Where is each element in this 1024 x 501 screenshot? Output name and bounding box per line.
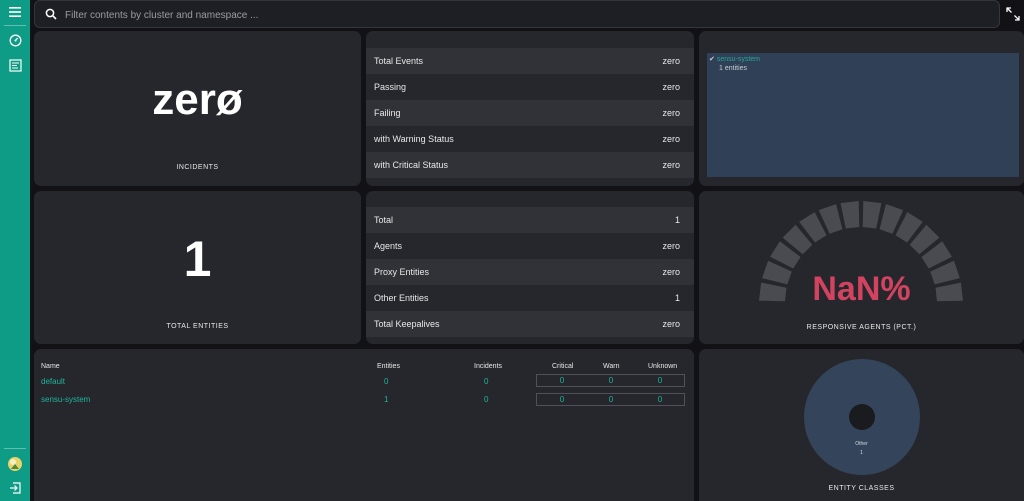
incidents-label: INCIDENTS [176,164,219,171]
row-status-counts: 0 0 0 [536,374,685,387]
namespace-option-name: sensu-system [716,56,761,63]
stat-row: Failing zero [366,100,694,126]
donut-slice-label: Other [855,441,868,447]
total-entities-count: 1 [183,231,212,287]
row-incidents: 0 [484,377,489,386]
donut-slice-value: 1 [860,450,863,456]
filter-search-bar [34,0,1000,28]
namespace-selection-box: ✔ sensu-system 1 entities [707,53,1019,177]
responsive-agents-label: RESPONSIVE AGENTS (PCT.) [806,324,917,331]
gauge-segment [862,201,882,229]
entity-stats-card: Total 1 Agents zero Proxy Entities zero Other … [366,191,694,344]
row-warn: 0 [608,395,614,404]
stat-row: Other Entities 1 [366,285,694,311]
filter-search-input[interactable] [65,5,965,25]
donut-hole [849,404,875,430]
check-icon: ✔ [709,56,715,63]
avatar [8,457,22,471]
namespace-link-sensu-system[interactable]: sensu-system [41,395,90,404]
gauge-segment [840,201,860,229]
total-entities-card[interactable]: 1 TOTAL ENTITIES [34,191,361,344]
stat-label: with Warning Status [374,134,454,144]
stat-value: zero [662,267,680,277]
fullscreen-button[interactable] [1006,7,1020,21]
namespace-option-count: 1 entities [719,65,748,72]
stat-row: Total Keepalives zero [366,311,694,337]
stat-label: Total [374,215,394,225]
stat-value: zero [662,160,680,170]
stat-value: zero [662,319,680,329]
row-unknown: 0 [657,395,663,404]
stat-row: with Critical Status zero [366,152,694,178]
col-header-name: Name [41,363,60,370]
hamburger-icon [9,7,21,17]
responsive-agents-card: NaN% RESPONSIVE AGENTS (PCT.) [699,191,1024,344]
user-avatar-button[interactable] [5,454,25,474]
incidents-card[interactable]: zerø INCIDENTS [34,31,361,186]
sidebar [0,0,30,501]
sidebar-divider [4,25,26,26]
menu-button[interactable] [5,2,25,22]
logout-button[interactable] [5,478,25,498]
entity-classes-donut [804,359,920,475]
app-root: zerø INCIDENTS Total Events zero Passing ze… [0,0,1024,501]
row-incidents: 0 [484,395,489,404]
sidebar-divider-bottom [4,448,26,449]
col-header-warn: Warn [603,363,620,370]
row-critical: 0 [559,376,565,385]
total-entities-label: TOTAL ENTITIES [166,323,229,330]
sidebar-item-dashboard[interactable] [5,30,25,50]
namespace-option-sensu-system[interactable]: ✔ sensu-system 1 entities [709,55,760,73]
expand-arrows-icon [1006,7,1020,21]
event-stats-card: Total Events zero Passing zero Failing zero wi… [366,31,694,186]
stat-label: Passing [374,82,407,92]
col-header-incidents: Incidents [474,363,503,370]
responsive-agents-percent: NaN% [812,270,911,308]
stat-value: 1 [674,293,680,303]
row-status-counts: 0 0 0 [536,393,685,406]
stat-row: with Warning Status zero [366,126,694,152]
stat-row: Proxy Entities zero [366,259,694,285]
sign-out-icon [10,482,21,494]
dashboard-gauge-icon [9,34,21,46]
entity-classes-label: ENTITY CLASSES [828,485,895,492]
stat-value: 1 [674,215,680,225]
row-entities: 1 [384,395,389,404]
row-unknown: 0 [657,376,663,385]
row-critical: 0 [559,395,565,404]
incidents-count: zerø [152,75,243,124]
namespace-filter-card: ✔ sensu-system 1 entities [699,31,1024,186]
col-header-critical: Critical [552,363,574,370]
col-header-entities: Entities [377,363,400,370]
stat-label: with Critical Status [374,160,449,170]
stat-value: zero [662,108,680,118]
namespaces-table-card: Name Entities Incidents Critical Warn Un… [34,349,694,501]
row-entities: 0 [384,377,389,386]
stat-row: Agents zero [366,233,694,259]
stat-value: zero [662,82,680,92]
stat-value: zero [662,241,680,251]
stat-label: Other Entities [374,293,429,303]
stat-label: Total Keepalives [374,319,440,329]
entity-classes-card: Other 1 ENTITY CLASSES [699,349,1024,501]
sidebar-item-entities[interactable] [5,55,25,75]
stat-row: Total 1 [366,207,694,233]
stat-value: zero [662,134,680,144]
stat-label: Proxy Entities [374,267,430,277]
stat-label: Failing [374,108,401,118]
col-header-unknown: Unknown [648,363,678,370]
row-warn: 0 [608,376,614,385]
namespace-link-default[interactable]: default [41,377,65,386]
stat-label: Total Events [374,56,424,66]
stat-label: Agents [374,241,403,251]
list-icon [8,58,22,72]
stat-value: zero [662,56,680,66]
stat-row: Total Events zero [366,48,694,74]
search-icon [45,8,57,20]
stat-row: Passing zero [366,74,694,100]
